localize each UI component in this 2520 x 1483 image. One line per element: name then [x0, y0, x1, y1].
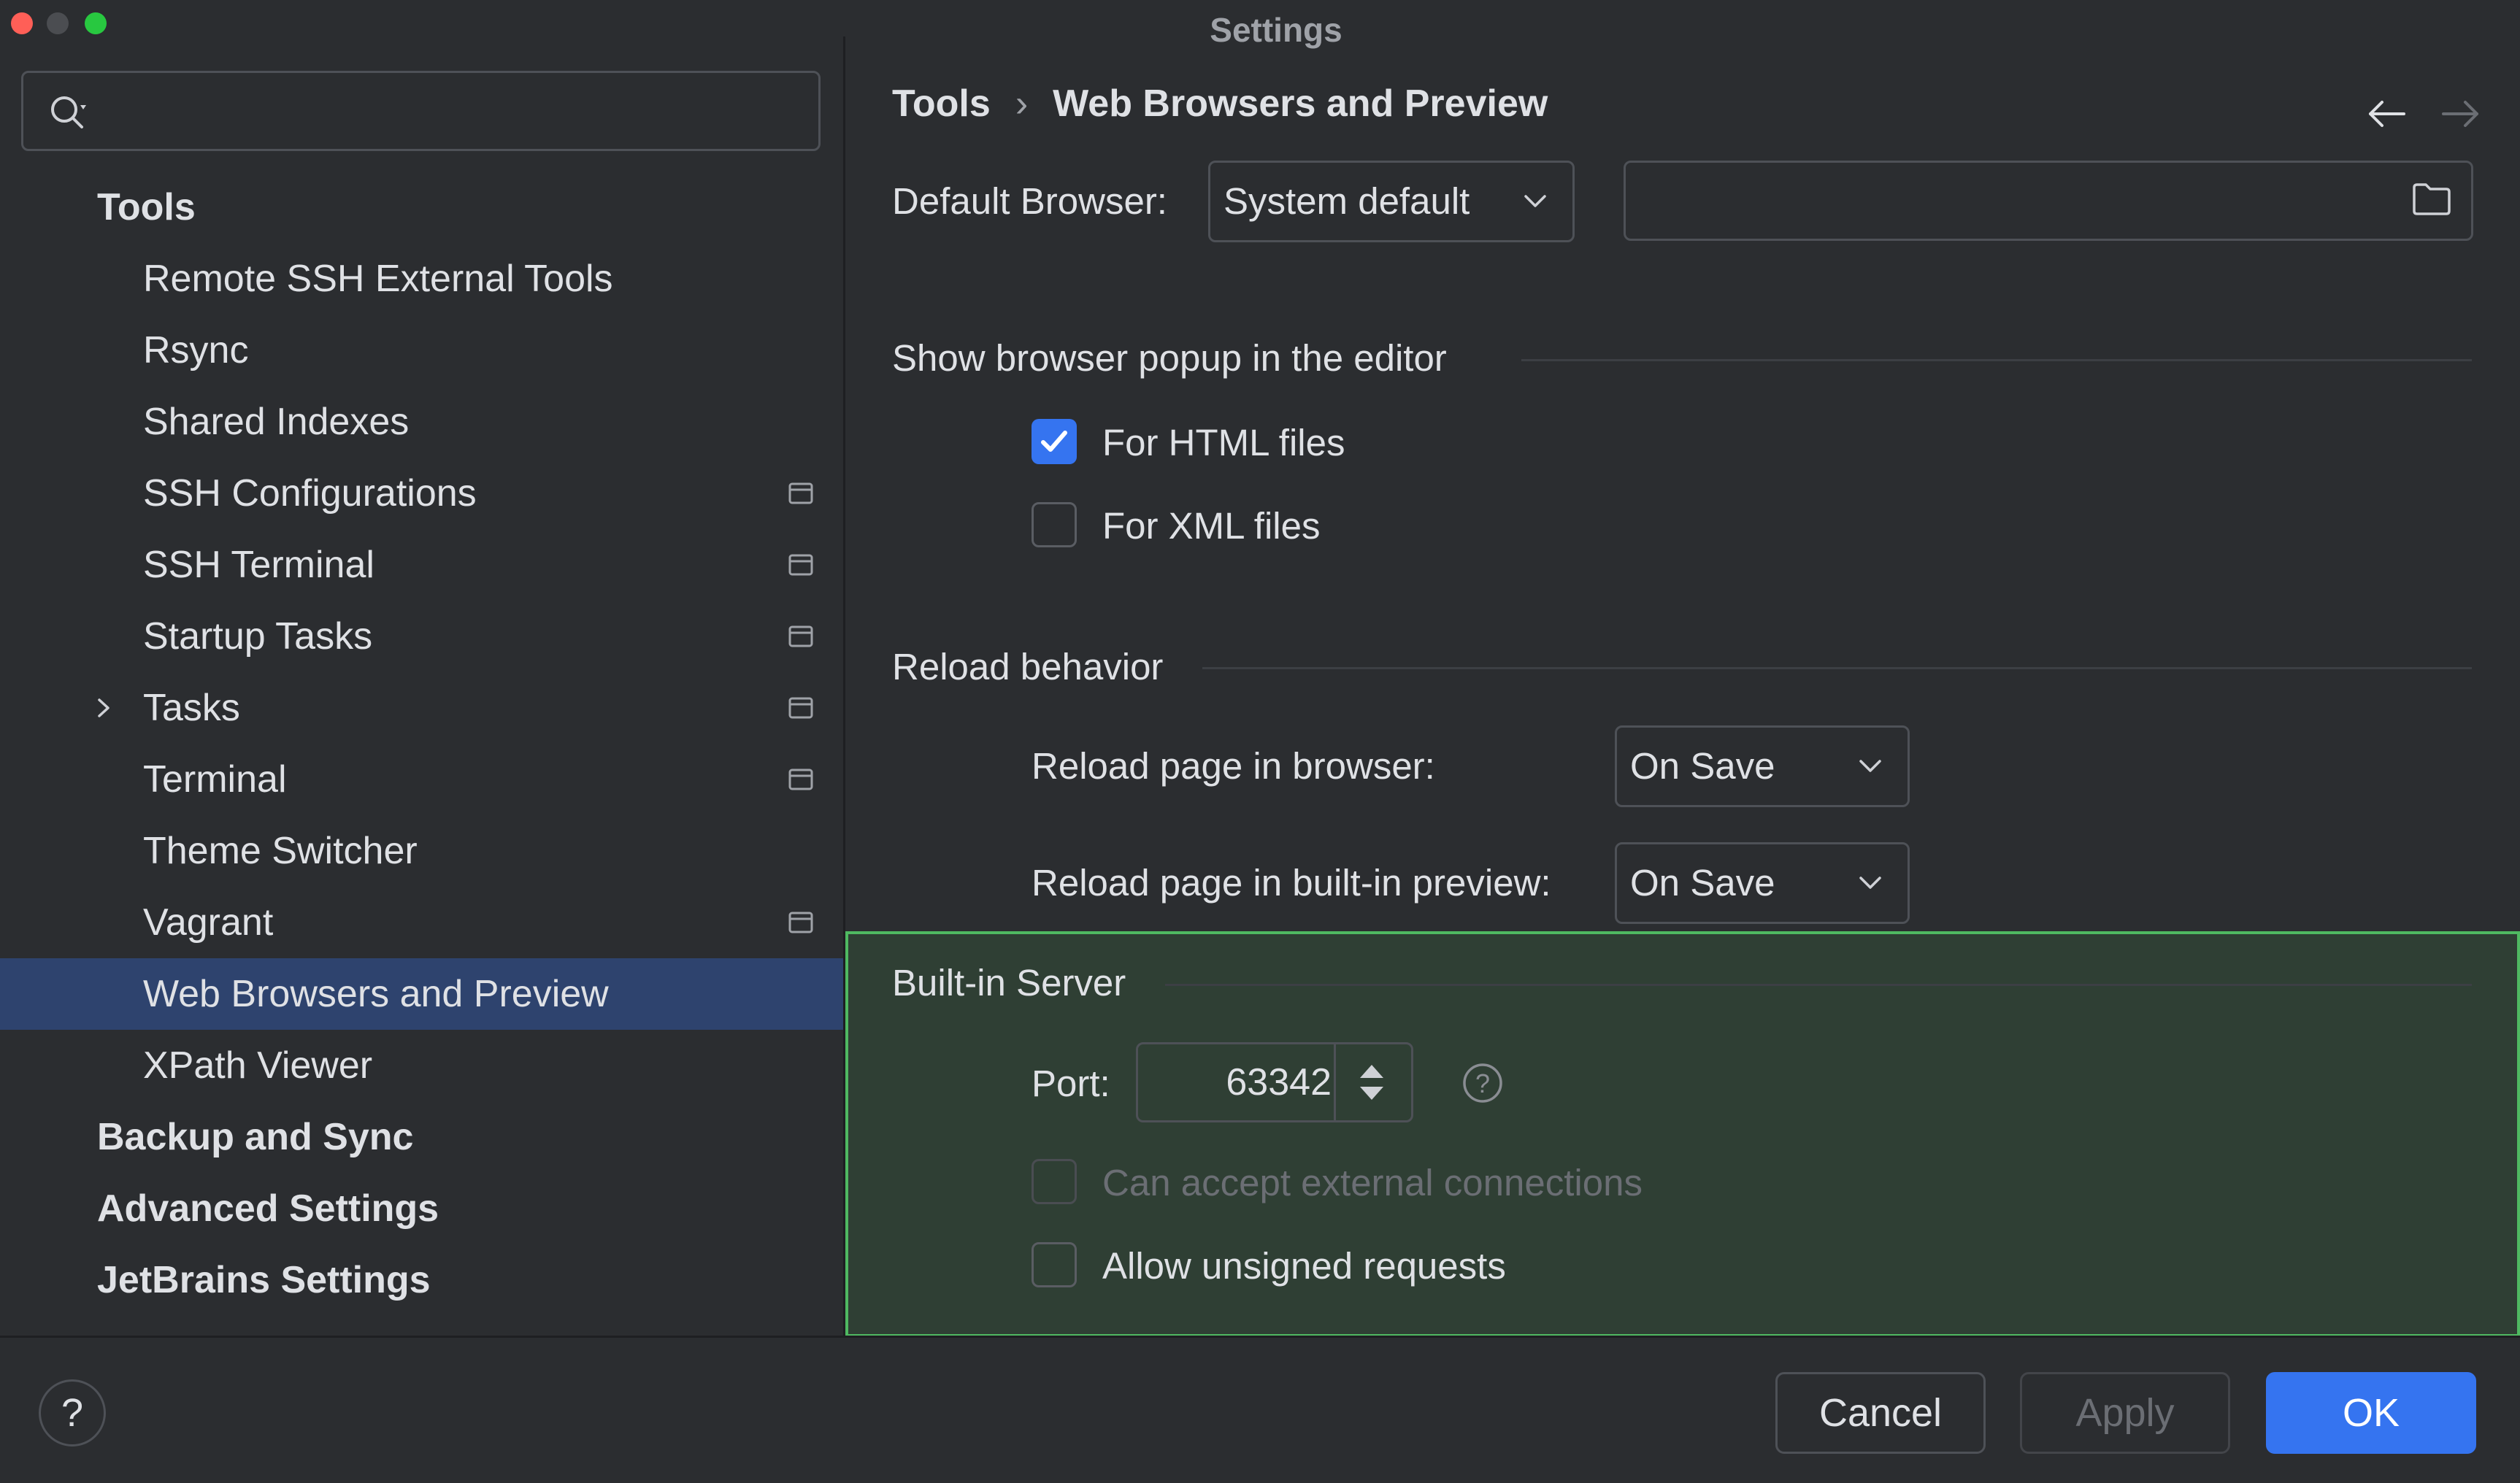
footer-divider	[0, 1336, 2520, 1338]
sidebar-item-label: XPath Viewer	[143, 1044, 373, 1087]
sidebar-item-advanced-settings[interactable]: Advanced Settings	[0, 1173, 843, 1244]
project-scope-icon	[788, 912, 813, 933]
folder-icon[interactable]	[2411, 182, 2452, 217]
project-scope-icon	[788, 769, 813, 790]
sidebar-item-label: Startup Tasks	[143, 615, 373, 658]
spinner-arrows-icon[interactable]	[1354, 1062, 1389, 1103]
unsigned-requests-label[interactable]: Allow unsigned requests	[1102, 1244, 1506, 1287]
project-scope-icon	[788, 625, 813, 647]
sidebar-item-terminal[interactable]: Terminal	[0, 744, 843, 815]
sidebar-item-label: Advanced Settings	[97, 1187, 439, 1230]
xml-files-checkbox[interactable]	[1032, 502, 1077, 547]
reload-browser-label: Reload page in browser:	[1032, 745, 1435, 787]
html-files-checkbox[interactable]	[1032, 419, 1077, 464]
cancel-button[interactable]: Cancel	[1775, 1372, 1986, 1454]
chevron-down-icon	[1859, 760, 1881, 772]
search-icon[interactable]	[48, 93, 92, 134]
chevron-down-icon	[1859, 877, 1881, 889]
breadcrumb-separator: ›	[1015, 82, 1029, 125]
sidebar-item-tools[interactable]: Tools	[0, 172, 843, 243]
sidebar-item-rsync[interactable]: Rsync	[0, 315, 843, 386]
search-input[interactable]	[104, 85, 804, 139]
sidebar-item-startup-tasks[interactable]: Startup Tasks	[0, 601, 843, 672]
reload-preview-dropdown[interactable]: On Save	[1615, 842, 1910, 924]
html-files-label[interactable]: For HTML files	[1102, 421, 1345, 464]
server-section-title: Built-in Server	[892, 962, 1126, 1004]
help-icon[interactable]: ?	[1461, 1062, 1504, 1104]
port-input[interactable]: 63342	[1138, 1044, 1332, 1120]
project-scope-icon	[788, 554, 813, 576]
default-browser-dropdown[interactable]: System default	[1208, 161, 1575, 242]
sidebar-item-label: Terminal	[143, 758, 287, 801]
reload-browser-value: On Save	[1630, 745, 1775, 787]
ok-button[interactable]: OK	[2266, 1372, 2476, 1454]
chevron-down-icon	[1524, 195, 1546, 207]
port-spinner[interactable]: 63342	[1136, 1042, 1413, 1122]
external-connections-checkbox[interactable]	[1032, 1159, 1077, 1204]
xml-files-label[interactable]: For XML files	[1102, 504, 1321, 547]
sidebar-item-shared-indexes[interactable]: Shared Indexes	[0, 386, 843, 458]
external-connections-label[interactable]: Can accept external connections	[1102, 1161, 1643, 1204]
sidebar-item-label: Theme Switcher	[143, 830, 418, 872]
sidebar-item-label: Remote SSH External Tools	[143, 258, 613, 300]
arrow-left-icon[interactable]	[2366, 98, 2407, 130]
help-button[interactable]: ?	[39, 1379, 106, 1447]
sidebar-item-ssh-terminal[interactable]: SSH Terminal	[0, 529, 843, 601]
browser-path-field[interactable]	[1624, 161, 2473, 241]
sidebar-item-label: Vagrant	[143, 901, 274, 944]
section-divider	[1165, 984, 2472, 986]
sidebar-item-label: Tasks	[143, 687, 240, 729]
sidebar-item-label: Web Browsers and Preview	[143, 973, 609, 1015]
sidebar-item-remote-ssh-external-tools[interactable]: Remote SSH External Tools	[0, 243, 843, 315]
sidebar-item-label: SSH Configurations	[143, 472, 477, 515]
popup-section-title: Show browser popup in the editor	[892, 337, 1447, 379]
sidebar-item-label: Tools	[97, 186, 196, 228]
breadcrumb-parent[interactable]: Tools	[892, 82, 991, 125]
sidebar-item-jetbrains-settings[interactable]: JetBrains Settings	[0, 1244, 843, 1316]
breadcrumb-current: Web Browsers and Preview	[1053, 82, 1548, 125]
sidebar-item-vagrant[interactable]: Vagrant	[0, 887, 843, 958]
sidebar-item-tasks[interactable]: Tasks	[0, 672, 843, 744]
sidebar-item-web-browsers-and-preview[interactable]: Web Browsers and Preview	[0, 958, 843, 1030]
sidebar-item-label: SSH Terminal	[143, 544, 374, 586]
spinner-divider	[1334, 1044, 1336, 1120]
sidebar-item-label: Shared Indexes	[143, 401, 410, 443]
reload-browser-dropdown[interactable]: On Save	[1615, 725, 1910, 807]
reload-section-title: Reload behavior	[892, 646, 1164, 687]
chevron-right-icon[interactable]	[95, 697, 112, 719]
default-browser-label: Default Browser:	[892, 180, 1167, 222]
section-divider	[1202, 667, 2472, 669]
sidebar-item-xpath-viewer[interactable]: XPath Viewer	[0, 1030, 843, 1101]
settings-window: Settings Tools Remote SSH External Tools…	[0, 0, 2520, 1483]
settings-sidebar: Tools Remote SSH External Tools Rsync Sh…	[0, 36, 843, 1336]
svg-text:?: ?	[1475, 1068, 1490, 1098]
checkmark-icon	[1041, 431, 1067, 452]
section-divider	[1521, 359, 2472, 361]
unsigned-requests-checkbox[interactable]	[1032, 1242, 1077, 1287]
sidebar-item-backup-and-sync[interactable]: Backup and Sync	[0, 1101, 843, 1173]
breadcrumb: Tools › Web Browsers and Preview	[892, 82, 1548, 126]
search-box[interactable]	[21, 71, 821, 151]
reload-preview-value: On Save	[1630, 862, 1775, 904]
apply-button[interactable]: Apply	[2020, 1372, 2230, 1454]
project-scope-icon	[788, 697, 813, 719]
sidebar-item-label: Backup and Sync	[97, 1116, 414, 1158]
sidebar-item-theme-switcher[interactable]: Theme Switcher	[0, 815, 843, 887]
sidebar-item-ssh-configurations[interactable]: SSH Configurations	[0, 458, 843, 529]
reload-preview-label: Reload page in built-in preview:	[1032, 862, 1551, 904]
arrow-right-icon[interactable]	[2440, 98, 2481, 130]
project-scope-icon	[788, 482, 813, 504]
sidebar-item-label: Rsync	[143, 329, 249, 371]
default-browser-value: System default	[1223, 180, 1470, 222]
port-label: Port:	[1032, 1063, 1110, 1104]
sidebar-item-label: JetBrains Settings	[97, 1259, 431, 1301]
